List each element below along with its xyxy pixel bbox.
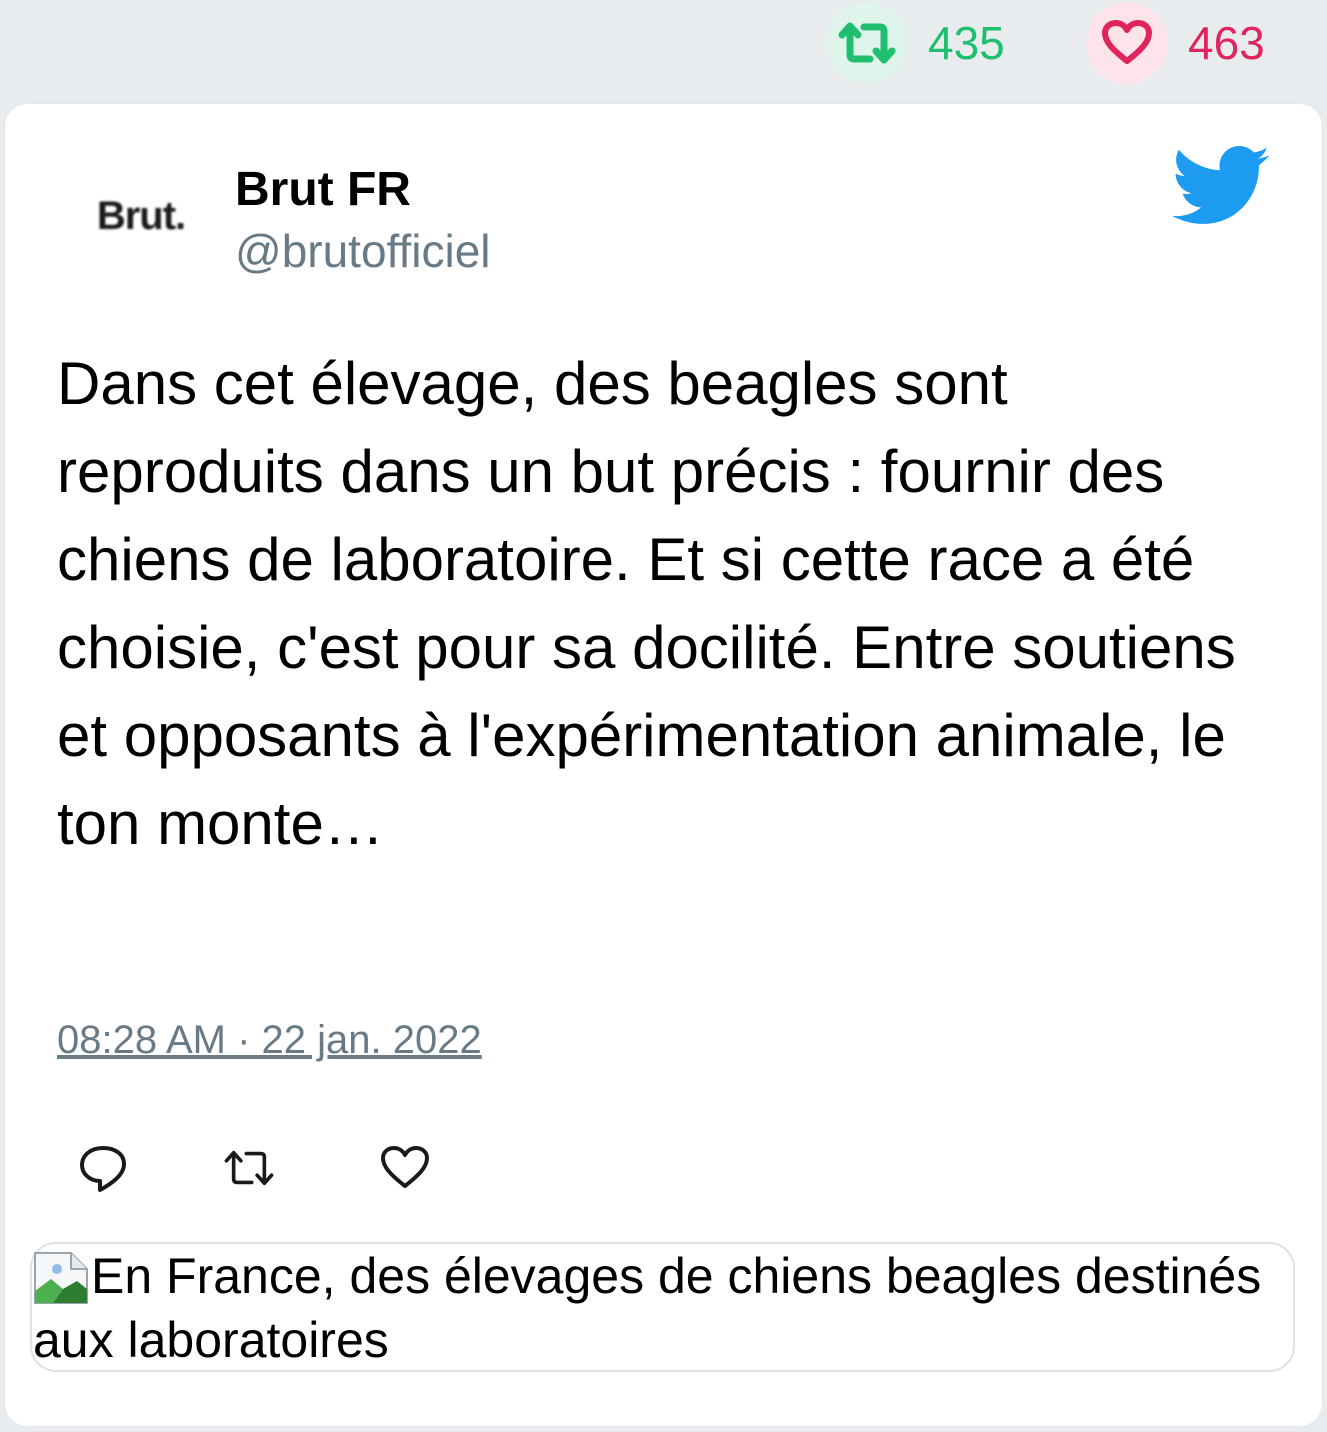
heart-icon[interactable] [1086, 2, 1168, 84]
tweet-text: Dans cet élevage, des beagles sont repro… [57, 350, 1236, 857]
link-preview-alt-text: En France, des élevages de chiens beagle… [33, 1248, 1262, 1368]
like-action-icon[interactable] [377, 1140, 433, 1196]
retweet-icon[interactable] [826, 2, 908, 84]
tweet-timestamp-link[interactable]: 08:28 AM · 22 jan. 2022 [57, 1018, 482, 1063]
like-count: 463 [1188, 17, 1265, 69]
link-preview-card[interactable]: En France, des élevages de chiens beagle… [30, 1242, 1295, 1372]
broken-image-icon [33, 1251, 89, 1305]
engagement-bar: 435 463 [0, 0, 1327, 100]
retweet-stat[interactable]: 435 [826, 0, 1005, 86]
avatar[interactable]: Brut. [79, 166, 203, 266]
retweet-action-icon[interactable] [221, 1140, 277, 1196]
author-display-name[interactable]: Brut FR [235, 162, 411, 217]
twitter-bird-icon[interactable] [1171, 146, 1272, 233]
link-preview-content[interactable]: En France, des élevages de chiens beagle… [33, 1244, 1283, 1372]
tweet-card: Brut. Brut FR @brutofficiel Dans cet éle… [5, 104, 1322, 1426]
like-stat[interactable]: 463 [1086, 0, 1265, 86]
retweet-count: 435 [928, 17, 1005, 69]
author-handle[interactable]: @brutofficiel [235, 224, 491, 278]
avatar-logo-text: Brut. [96, 193, 186, 238]
reply-icon[interactable] [75, 1140, 131, 1196]
